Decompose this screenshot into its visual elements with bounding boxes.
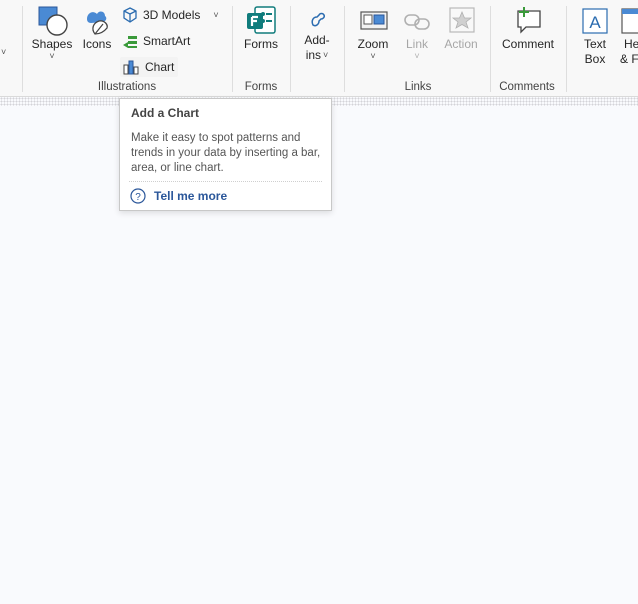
group-separator bbox=[22, 6, 23, 92]
group-label-links: Links bbox=[404, 81, 432, 93]
header-footer-label-line2: & F bbox=[620, 52, 638, 66]
ribbon: ˅ Shapes ˅ Icons 3D Models ˅ SmartArt Ch… bbox=[0, 0, 638, 97]
icons-icon bbox=[87, 11, 108, 35]
tooltip-title: Add a Chart bbox=[131, 106, 200, 120]
chart-button[interactable]: Chart bbox=[120, 57, 179, 77]
action-label: Action bbox=[444, 37, 478, 51]
forms-button[interactable]: Forms bbox=[240, 5, 282, 52]
addins-label-line2: ins bbox=[305, 48, 322, 62]
smartart-label: SmartArt bbox=[143, 34, 191, 48]
addins-icon bbox=[311, 12, 325, 27]
group-separator bbox=[290, 6, 291, 92]
help-question-icon: ? bbox=[130, 188, 146, 204]
group-label-forms: Forms bbox=[244, 81, 278, 93]
chart-tooltip: Add a Chart Make it easy to spot pattern… bbox=[119, 98, 332, 211]
action-star-icon bbox=[449, 7, 475, 33]
text-box-icon: A bbox=[582, 8, 608, 34]
cube-3d-icon bbox=[123, 7, 137, 23]
chevron-down-icon[interactable]: ˅ bbox=[1, 47, 6, 57]
chevron-down-icon: ˅ bbox=[414, 51, 420, 61]
comment-icon bbox=[517, 7, 541, 34]
text-box-button[interactable]: A Text Box bbox=[574, 5, 616, 67]
3d-models-button[interactable]: 3D Models ˅ bbox=[122, 5, 219, 25]
svg-text:?: ? bbox=[135, 192, 141, 203]
chart-label: Chart bbox=[145, 60, 175, 74]
icons-button[interactable]: Icons bbox=[78, 5, 116, 52]
addins-button[interactable]: Add- ins ˅ bbox=[298, 5, 336, 63]
zoom-label: Zoom bbox=[357, 37, 389, 51]
tooltip-divider bbox=[129, 181, 322, 182]
comment-label: Comment bbox=[501, 37, 554, 51]
chevron-down-icon: ˅ bbox=[323, 50, 329, 60]
text-box-label-line1: Text bbox=[583, 37, 606, 51]
shapes-button[interactable]: Shapes ˅ bbox=[30, 5, 74, 61]
shapes-icon bbox=[38, 6, 68, 36]
group-label-illustrations: Illustrations bbox=[97, 81, 157, 93]
svg-text:A: A bbox=[589, 13, 601, 32]
link-icon bbox=[404, 14, 430, 30]
link-label: Link bbox=[405, 37, 428, 51]
header-footer-button[interactable]: He & F bbox=[618, 5, 638, 67]
group-separator bbox=[344, 6, 345, 92]
chevron-down-icon: ˅ bbox=[49, 51, 55, 61]
group-separator bbox=[232, 6, 233, 92]
zoom-icon bbox=[360, 11, 388, 30]
shapes-label: Shapes bbox=[31, 37, 73, 51]
tell-me-more-label: Tell me more bbox=[154, 189, 228, 203]
tell-me-more-link[interactable]: ? Tell me more bbox=[130, 188, 227, 204]
action-button[interactable]: Action bbox=[440, 5, 482, 52]
zoom-button[interactable]: Zoom ˅ bbox=[352, 5, 394, 61]
smartart-icon bbox=[123, 36, 137, 48]
group-label-comments: Comments bbox=[499, 81, 555, 93]
chevron-down-icon[interactable]: ˅ bbox=[213, 10, 218, 20]
group-separator bbox=[566, 6, 567, 92]
chevron-down-icon: ˅ bbox=[370, 51, 376, 61]
3d-models-label: 3D Models bbox=[143, 8, 201, 22]
link-button[interactable]: Link ˅ bbox=[398, 5, 436, 61]
chart-icon bbox=[123, 60, 139, 75]
addins-label-line1: Add- bbox=[304, 33, 330, 47]
smartart-button[interactable]: SmartArt bbox=[122, 31, 190, 51]
forms-label: Forms bbox=[244, 37, 278, 51]
header-footer-icon bbox=[621, 8, 638, 34]
addins-line2: ins ˅ bbox=[306, 48, 329, 63]
header-footer-label-line1: He bbox=[624, 37, 638, 51]
tooltip-body: Make it easy to spot patterns and trends… bbox=[131, 132, 321, 174]
text-box-label-line2: Box bbox=[584, 52, 606, 66]
forms-icon bbox=[247, 6, 276, 34]
group-separator bbox=[490, 6, 491, 92]
icons-label: Icons bbox=[82, 37, 112, 51]
comment-button[interactable]: Comment bbox=[498, 5, 558, 52]
